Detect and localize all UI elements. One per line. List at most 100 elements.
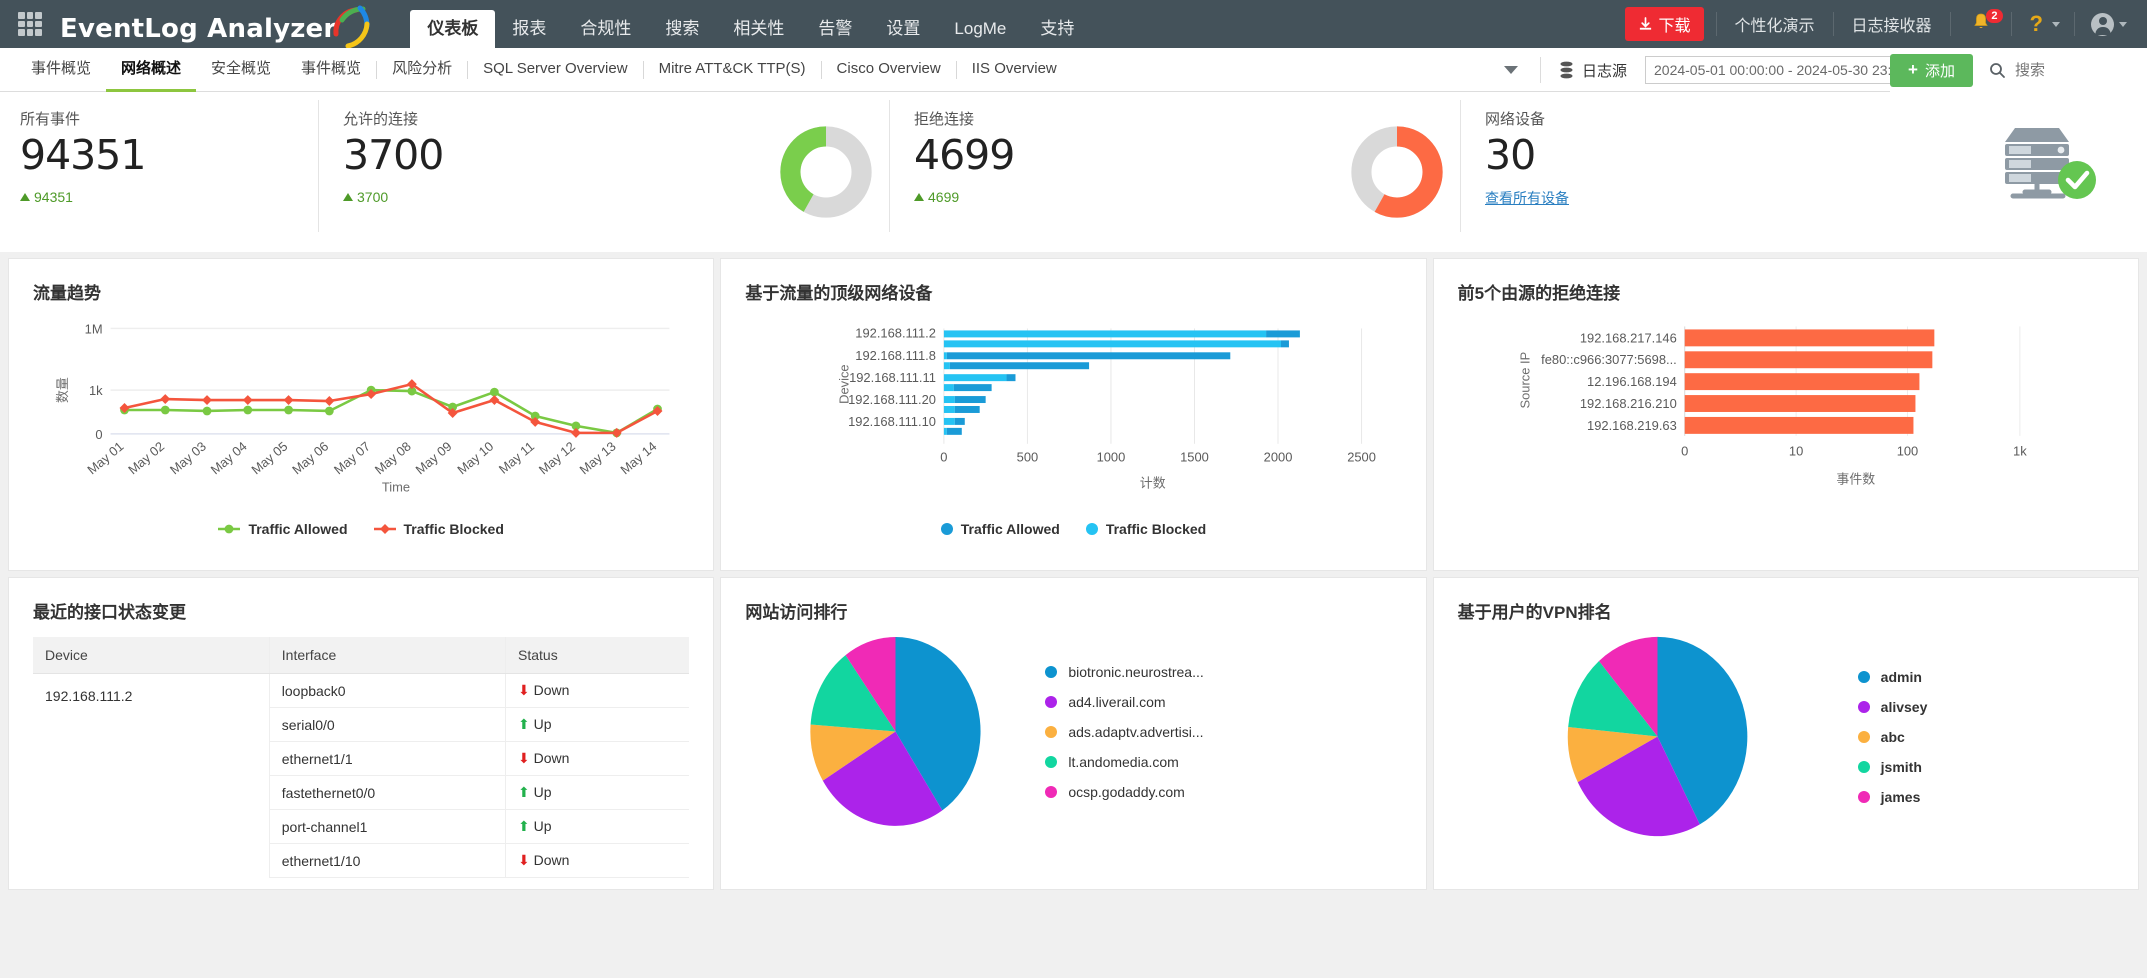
panel-title: 前5个由源的拒绝连接 [1457,284,1621,303]
kpi-delta-value: 3700 [357,189,389,205]
legend-item-3[interactable]: jsmith [1857,759,1928,775]
svg-text:0: 0 [1681,444,1688,459]
svg-text:May 06: May 06 [289,439,331,478]
legend-item-traffic-allowed[interactable]: Traffic Allowed [940,521,1060,537]
nav-item-alerts[interactable]: 告警 [801,10,869,48]
brand-logo[interactable]: EventLog Analyzer [60,4,372,48]
legend-item-4[interactable]: james [1857,789,1928,805]
legend-item-3[interactable]: lt.andomedia.com [1045,754,1203,770]
triangle-up-icon [914,193,924,201]
legend-dot-allowed-icon [940,523,953,535]
website-ranking-pie-chart [810,637,981,826]
legend-dot-icon [1857,730,1870,743]
svg-text:fe80::c966:3077:5698...: fe80::c966:3077:5698... [1541,352,1677,367]
legend-item-traffic-blocked[interactable]: Traffic Blocked [373,521,504,537]
download-button[interactable]: 下载 [1624,7,1704,41]
nav-item-dashboard[interactable]: 仪表板 [410,10,496,48]
denied-connections-donut-chart [1351,126,1443,218]
tab-event-overview-1[interactable]: 事件概览 [16,48,106,92]
legend-dot-icon [1045,725,1058,738]
nav-item-support[interactable]: 支持 [1023,10,1091,48]
table-row[interactable]: 192.168.111.2 loopback0 ⬇ Down [33,673,690,708]
legend-label: Traffic Blocked [1105,521,1207,537]
download-label: 下载 [1658,18,1691,35]
nav-item-logme[interactable]: LogMe [937,10,1023,48]
legend-item-2[interactable]: abc [1857,729,1928,745]
app-grid-icon[interactable] [18,12,42,36]
legend-item-0[interactable]: admin [1857,669,1928,685]
tab-risk-analysis[interactable]: 风险分析 [377,48,467,92]
legend-dot-icon [1045,785,1058,798]
y-tick-labels: 192.168.217.146 fe80::c966:3077:5698... … [1541,330,1677,433]
legend-item-1[interactable]: ad4.liverail.com [1045,694,1203,710]
nav-item-search[interactable]: 搜索 [648,10,716,48]
legend-item-0[interactable]: biotronic.neurostrea... [1045,664,1204,680]
cell-status: ⬇ Down [505,741,690,776]
svg-text:0: 0 [941,450,948,465]
help-icon: ? [2029,11,2043,36]
interface-status-table: Device Interface Status 192.168.111.2 lo… [33,637,690,878]
svg-text:May 05: May 05 [248,439,290,478]
nav-item-settings[interactable]: 设置 [869,10,937,48]
arrow-down-icon: ⬇ [518,682,530,698]
svg-text:12.196.168.194: 12.196.168.194 [1587,374,1677,389]
y-tick-labels: 192.168.111.2 192.168.111.8 192.168.111.… [848,325,936,429]
dashboard-tabs: 事件概览 网络概述 安全概览 事件概览 风险分析 SQL Server Over… [0,48,1072,92]
personalized-demo-link[interactable]: 个性化演示 [1717,12,1833,36]
search-box[interactable] [1989,61,2147,79]
status-text: Up [533,716,552,732]
help-menu[interactable]: ? [2012,11,2060,37]
tab-sql-server-overview[interactable]: SQL Server Overview [468,48,643,92]
nav-item-reports[interactable]: 报表 [495,10,563,48]
log-source-selector[interactable]: 日志源 [1541,60,1645,81]
tab-cisco-overview[interactable]: Cisco Overview [822,48,956,92]
svg-text:1500: 1500 [1180,450,1209,465]
x-axis-label: 计数 [1140,476,1166,491]
legend-label: ocsp.godaddy.com [1068,783,1185,800]
arrow-up-icon: ⬆ [518,818,530,834]
arrow-up-icon: ⬆ [518,784,530,800]
user-menu[interactable] [2075,12,2147,36]
kpi-value: 4699 [914,131,1015,179]
legend-item-1[interactable]: alivsey [1857,699,1927,715]
legend-dot-icon [1045,665,1058,678]
tab-security-overview[interactable]: 安全概览 [196,48,286,92]
legend-item-traffic-allowed[interactable]: Traffic Allowed [218,521,348,537]
svg-text:1k: 1k [2013,444,2027,459]
legend-item-traffic-blocked[interactable]: Traffic Blocked [1085,521,1207,537]
more-tabs-dropdown[interactable] [1482,66,1540,74]
download-icon [1639,16,1651,30]
notifications-button[interactable]: 2 [1951,9,2011,37]
svg-text:2500: 2500 [1348,450,1377,465]
status-text: Down [533,682,570,698]
legend-item-4[interactable]: ocsp.godaddy.com [1045,784,1203,800]
kpi-label: 所有事件 [20,111,81,128]
tab-iis-overview[interactable]: IIS Overview [957,48,1072,92]
legend-marker-allowed-icon [218,524,241,534]
status-text: Down [533,852,570,868]
vpn-ranking-pie-chart [1567,636,1748,837]
x-axis-label: Time [382,480,410,495]
status-text: Up [533,784,552,800]
legend-item-2[interactable]: ads.adaptv.advertisi... [1045,724,1203,740]
log-source-label: 日志源 [1581,62,1627,80]
search-input[interactable] [2015,61,2125,79]
add-button[interactable]: + 添加 [1890,53,1973,87]
cell-status: ⬇ Down [505,673,690,708]
svg-text:10: 10 [1789,444,1803,459]
svg-text:2000: 2000 [1264,450,1293,465]
x-tick-labels: 0 10 100 1k [1681,444,2027,459]
log-collector-link[interactable]: 日志接收器 [1834,12,1950,36]
nav-item-correlation[interactable]: 相关性 [716,10,801,48]
cell-interface: ethernet1/1 [268,741,506,776]
tab-event-overview-2[interactable]: 事件概览 [286,48,376,92]
kpi-all-events: 所有事件 94351 94351 [0,92,318,252]
tab-network-overview[interactable]: 网络概述 [106,48,197,92]
nav-item-compliance[interactable]: 合规性 [563,10,648,48]
traffic-trend-legend: Traffic Allowed Traffic Blocked [33,521,689,537]
view-all-devices-link[interactable]: 查看所有设备 [1485,188,1569,208]
logo-swoosh-icon [333,5,370,48]
tab-mitre-attack[interactable]: Mitre ATT&CK TTP(S) [644,48,821,92]
table-header-row: Device Interface Status [33,637,690,674]
legend-dot-icon [1857,700,1870,713]
